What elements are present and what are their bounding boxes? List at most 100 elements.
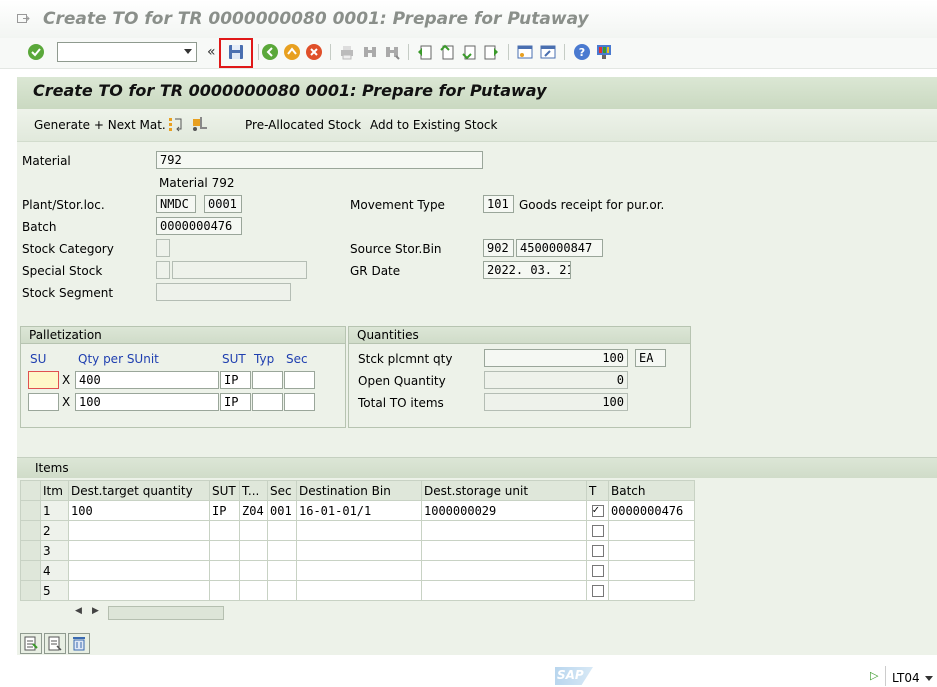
chevron-down-icon[interactable] <box>184 49 192 54</box>
checkbox-checked-icon[interactable] <box>591 503 604 517</box>
collapse-icon[interactable]: « <box>207 44 216 60</box>
sut-field-1[interactable]: IP <box>220 371 251 389</box>
next-page-icon[interactable] <box>460 43 478 61</box>
dest-storage-unit-cell[interactable] <box>421 580 587 601</box>
sut-cell[interactable]: IP <box>209 500 240 521</box>
column-header[interactable]: Batch <box>608 480 695 501</box>
sec-field-1[interactable] <box>284 371 315 389</box>
sut-cell[interactable] <box>209 560 240 581</box>
sut-cell[interactable] <box>209 540 240 561</box>
section-cell[interactable] <box>267 560 297 581</box>
section-cell[interactable] <box>267 520 297 541</box>
status-play-icon[interactable]: ▷ <box>870 669 878 682</box>
plant-field[interactable]: NMDC <box>156 195 196 213</box>
row-selector[interactable] <box>20 540 41 561</box>
shortcut-icon[interactable] <box>539 43 557 61</box>
chevron-down-icon[interactable] <box>925 676 933 681</box>
gr-date-field[interactable]: 2022. 03. 21 <box>483 261 571 279</box>
create-session-icon[interactable] <box>516 43 534 61</box>
material-field[interactable]: 792 <box>156 151 483 169</box>
column-header[interactable]: Dest.storage unit <box>421 480 587 501</box>
stock-segment-field[interactable] <box>156 283 291 301</box>
batch-cell[interactable] <box>608 520 695 541</box>
typ-field-1[interactable] <box>252 371 283 389</box>
storage-type-cell[interactable] <box>239 540 268 561</box>
storage-type-cell[interactable]: Z04 <box>239 500 268 521</box>
help-icon[interactable]: ? <box>573 43 591 61</box>
exit-menu-icon[interactable] <box>17 13 30 24</box>
sut-cell[interactable] <box>209 520 240 541</box>
destination-bin-cell[interactable] <box>296 520 422 541</box>
row-selector[interactable] <box>20 520 41 541</box>
destination-bin-cell[interactable] <box>296 560 422 581</box>
save-icon[interactable] <box>227 43 245 61</box>
select-all-icon[interactable] <box>20 633 42 654</box>
destination-bin-cell[interactable] <box>296 540 422 561</box>
sut-field-2[interactable]: IP <box>220 393 251 411</box>
sec-field-2[interactable] <box>284 393 315 411</box>
qty-per-su-field-2[interactable]: 100 <box>75 393 219 411</box>
scroll-right-icon[interactable]: ▶ <box>92 606 99 616</box>
storage-type-cell[interactable] <box>239 580 268 601</box>
section-cell[interactable] <box>267 540 297 561</box>
dest-target-qty-cell[interactable] <box>68 560 210 581</box>
destination-bin-cell[interactable] <box>296 580 422 601</box>
first-page-icon[interactable] <box>416 43 434 61</box>
section-cell[interactable] <box>267 580 297 601</box>
storage-type-cell[interactable] <box>239 560 268 581</box>
su-count-field-1[interactable] <box>28 371 59 389</box>
unit-field[interactable]: EA <box>635 349 666 367</box>
batch-cell[interactable] <box>608 580 695 601</box>
t-checkbox-cell[interactable] <box>586 500 609 521</box>
column-header[interactable]: T... <box>239 480 268 501</box>
checkbox-icon[interactable] <box>591 545 604 557</box>
print-icon[interactable] <box>338 43 356 61</box>
dest-storage-unit-cell[interactable]: 1000000029 <box>421 500 587 521</box>
total-to-items-field[interactable]: 100 <box>484 393 628 411</box>
column-header[interactable]: Sec <box>267 480 297 501</box>
source-storage-type-field[interactable]: 902 <box>483 239 514 257</box>
typ-field-2[interactable] <box>252 393 283 411</box>
column-header[interactable]: Itm <box>40 480 69 501</box>
stck-plcmnt-qty-field[interactable]: 100 <box>484 349 628 367</box>
add-existing-stock-button[interactable]: Add to Existing Stock <box>370 118 497 132</box>
find-next-icon[interactable] <box>383 43 401 61</box>
section-cell[interactable]: 001 <box>267 500 297 521</box>
find-icon[interactable] <box>361 43 379 61</box>
stock-category-field[interactable] <box>156 239 170 257</box>
checkbox-icon[interactable] <box>591 565 604 577</box>
row-selector[interactable] <box>20 500 41 521</box>
source-storage-bin-field[interactable]: 4500000847 <box>516 239 603 257</box>
t-checkbox-cell[interactable] <box>586 540 609 561</box>
command-field[interactable] <box>57 42 197 62</box>
dest-target-qty-cell[interactable]: 100 <box>68 500 210 521</box>
select-all-column[interactable] <box>20 480 41 501</box>
last-page-icon[interactable] <box>482 43 500 61</box>
batch-cell[interactable] <box>608 540 695 561</box>
column-header[interactable]: T <box>586 480 609 501</box>
cancel-icon[interactable] <box>305 43 323 61</box>
pre-allocated-stock-button[interactable]: Pre-Allocated Stock <box>245 118 361 132</box>
qty-per-su-field-1[interactable]: 400 <box>75 371 219 389</box>
exit-icon[interactable] <box>283 43 301 61</box>
checkbox-icon[interactable] <box>591 525 604 537</box>
transaction-code[interactable]: LT04 <box>892 671 920 685</box>
su-count-field-2[interactable] <box>28 393 59 411</box>
forklift-icon[interactable] <box>190 116 208 132</box>
special-stock-number-field[interactable] <box>172 261 307 279</box>
special-stock-indicator-field[interactable] <box>156 261 170 279</box>
dest-storage-unit-cell[interactable] <box>421 540 587 561</box>
movement-type-field[interactable]: 101 <box>483 195 514 213</box>
scroll-left-icon[interactable]: ◀ <box>75 606 82 616</box>
batch-field[interactable]: 0000000476 <box>156 217 242 235</box>
column-header[interactable]: SUT <box>209 480 240 501</box>
deselect-all-icon[interactable] <box>44 633 66 654</box>
back-icon[interactable] <box>261 43 279 61</box>
delete-icon[interactable] <box>68 633 90 654</box>
open-quantity-field[interactable]: 0 <box>484 371 628 389</box>
generate-next-button[interactable]: Generate + Next Mat. <box>34 118 166 132</box>
dest-target-qty-cell[interactable] <box>68 540 210 561</box>
batch-cell[interactable]: 0000000476 <box>608 500 695 521</box>
t-checkbox-cell[interactable] <box>586 580 609 601</box>
dest-target-qty-cell[interactable] <box>68 520 210 541</box>
